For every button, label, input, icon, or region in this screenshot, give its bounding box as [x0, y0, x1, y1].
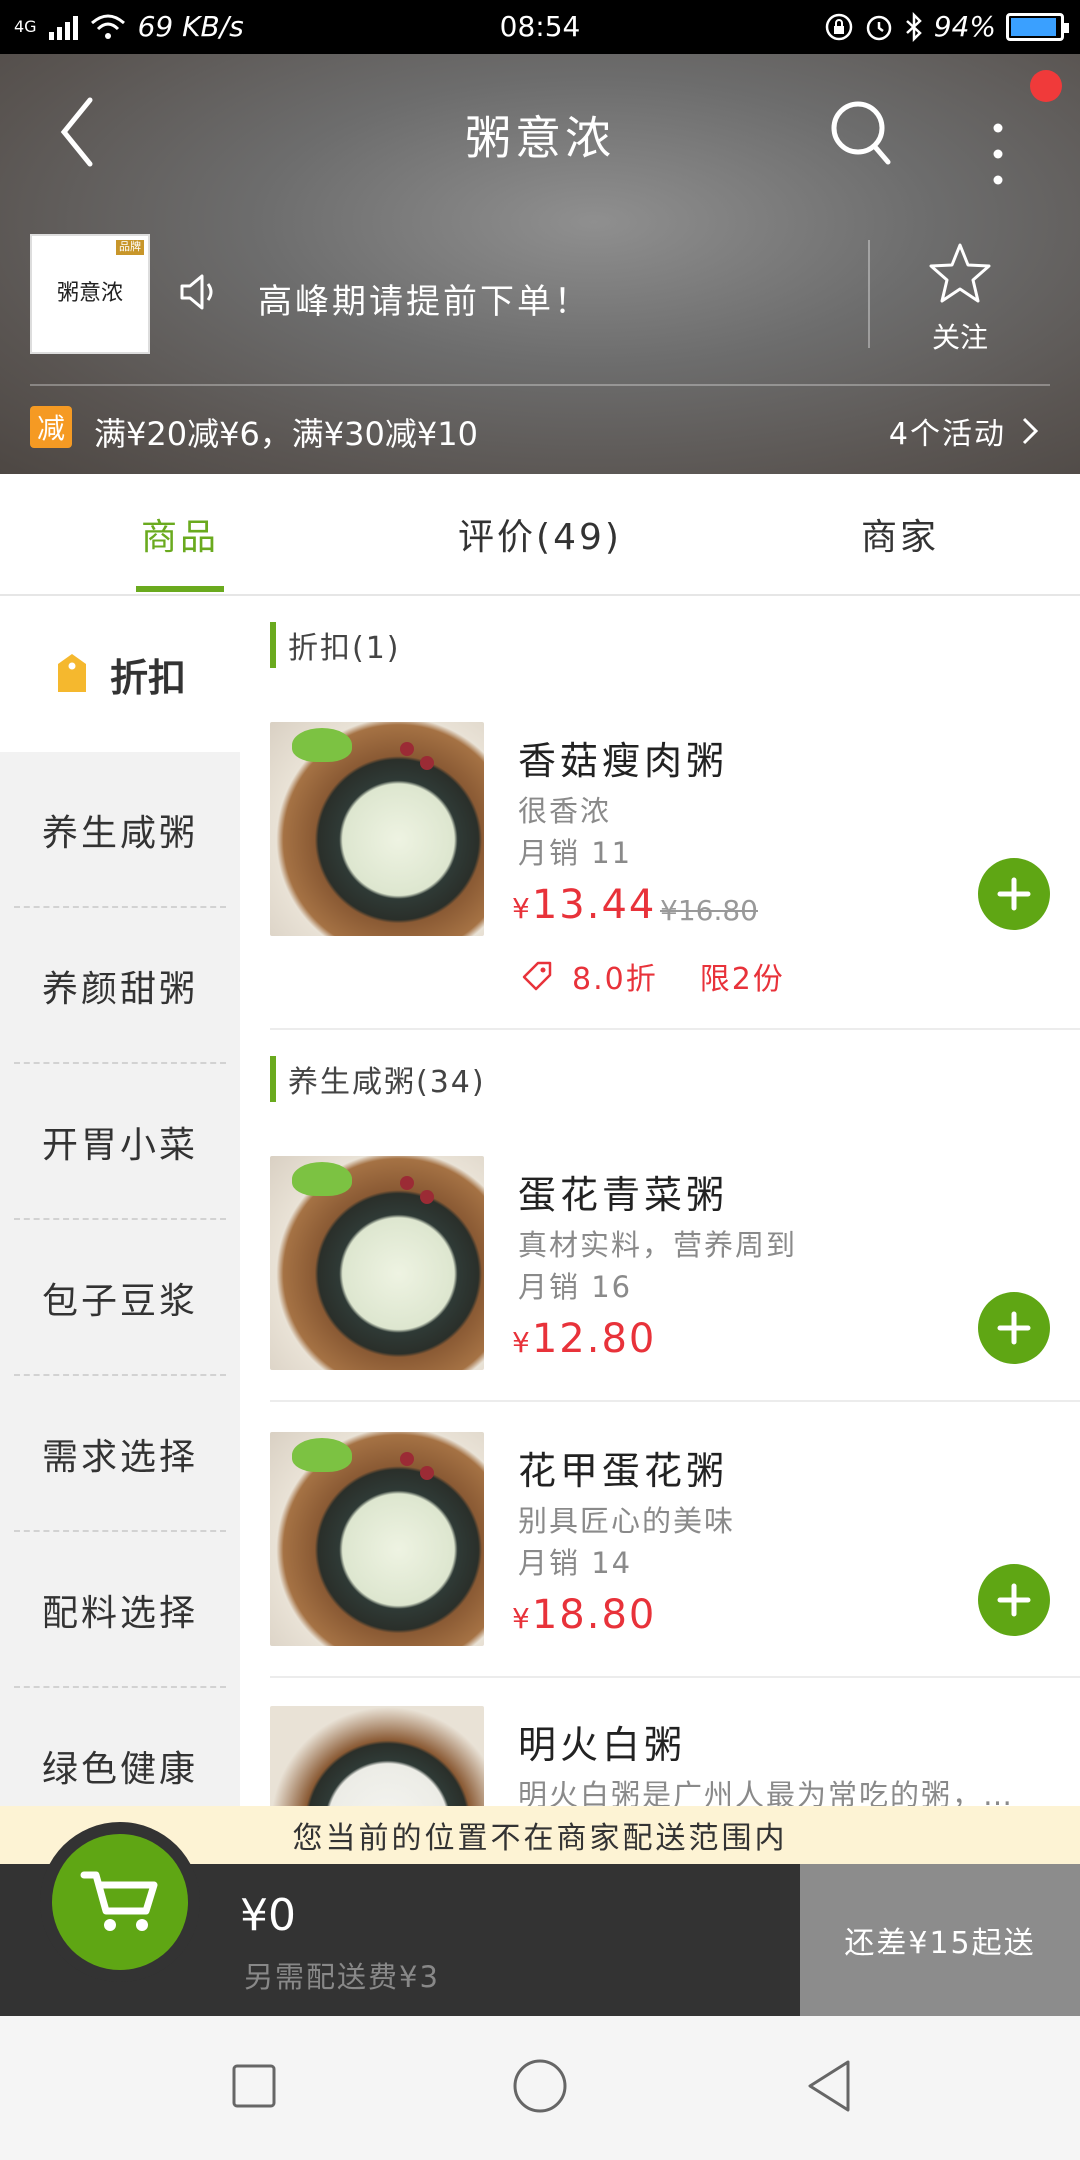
plus-icon [997, 877, 1031, 911]
product-image[interactable] [270, 1156, 484, 1370]
category-item[interactable]: 绿色健康 [0, 1688, 240, 1806]
promo-badge: 减 [30, 406, 72, 448]
product-price: ¥13.44 [512, 882, 656, 928]
discount-limit: 限2份 [699, 962, 785, 997]
product-desc: 真材实料，营养周到 [518, 1228, 798, 1262]
cart-button[interactable] [52, 1834, 188, 1970]
tab-indicator [136, 586, 224, 592]
alarm-icon [866, 15, 892, 40]
discount-tag-icon [522, 961, 552, 991]
category-item[interactable]: 养颜甜粥 [0, 908, 240, 1064]
nav-back-button[interactable] [800, 2056, 860, 2116]
product-desc: 很香浓 [518, 794, 612, 828]
tab-merchant[interactable]: 商家 [720, 474, 1080, 594]
divider [270, 1028, 1080, 1030]
currency-symbol: ¥ [512, 892, 532, 925]
activities-link[interactable]: 4个活动 [889, 409, 1040, 453]
category-item[interactable]: 配料选择 [0, 1532, 240, 1688]
tab-bar: 商品 评价(49) 商家 [0, 474, 1080, 596]
logo-text: 粥意浓 [56, 281, 123, 307]
logo-stamp: 品牌 [116, 240, 144, 255]
section-header-discount: 折扣(1) [270, 622, 401, 668]
category-label: 折扣 [109, 655, 186, 700]
checkout-button[interactable]: 还差¥15起送 [800, 1864, 1080, 2016]
tab-products[interactable]: 商品 [0, 474, 360, 594]
category-item[interactable]: 需求选择 [0, 1376, 240, 1532]
notification-dot [1030, 70, 1062, 102]
product-name: 香菇瘦肉粥 [518, 739, 729, 783]
plus-icon [997, 1311, 1031, 1345]
shop-notice: 高峰期请提前下单！ [258, 282, 591, 322]
product-desc: 别具匠心的美味 [518, 1504, 736, 1538]
follow-button[interactable]: 关注 [910, 240, 1010, 360]
add-to-cart-button[interactable] [978, 1292, 1050, 1364]
product-name: 蛋花青菜粥 [518, 1173, 729, 1217]
cart-icon [80, 1871, 158, 1931]
star-icon [929, 243, 991, 303]
product-sales: 月销 11 [518, 836, 633, 870]
speaker-icon [180, 274, 213, 310]
product-price: ¥18.80 [512, 1592, 656, 1638]
plus-icon [997, 1583, 1031, 1617]
category-sidebar: 折扣 养生咸粥 养颜甜粥 开胃小菜 包子豆浆 需求选择 配料选择 绿色健康 [0, 596, 240, 1806]
system-nav-bar [0, 2016, 1080, 2160]
activities-label: 4个活动 [888, 417, 1006, 452]
product-sales: 月销 16 [518, 1270, 633, 1304]
home-button[interactable] [510, 2056, 570, 2116]
price-value: 18.80 [531, 1592, 657, 1638]
status-bar: 4G 69 KB/s 08:54 94% [0, 0, 1080, 54]
battery-icon [1006, 12, 1069, 41]
product-name: 花甲蛋花粥 [518, 1449, 729, 1493]
page-title: 粥意浓 [465, 111, 615, 165]
divider [270, 1676, 1080, 1678]
chevron-right-icon [1022, 417, 1039, 445]
shop-header: 粥意浓 品牌 粥意浓 高峰期请提前下单！ 关注 减 满¥20减¥6，满¥30减¥… [0, 54, 1080, 474]
category-discount[interactable]: 折扣 [0, 596, 240, 752]
follow-label: 关注 [931, 321, 988, 354]
product-image[interactable] [270, 1432, 484, 1646]
product-name: 明火白粥 [518, 1723, 687, 1767]
product-list: 折扣(1) 香菇瘦肉粥 很香浓 月销 11 ¥13.44 ¥16.80 8.0折… [240, 596, 1080, 1806]
promo-text: 满¥20减¥6，满¥30减¥10 [94, 415, 478, 453]
product-price: ¥12.80 [512, 1316, 656, 1362]
product-image[interactable] [270, 1706, 484, 1806]
delivery-fee: 另需配送费¥3 [244, 1960, 440, 1994]
bluetooth-icon [905, 11, 922, 42]
original-price: ¥16.80 [660, 894, 758, 927]
tag-icon [57, 654, 86, 692]
price-value: 13.44 [531, 882, 657, 928]
currency-symbol: ¥ [512, 1326, 532, 1359]
category-item[interactable]: 养生咸粥 [0, 752, 240, 908]
search-button[interactable] [826, 94, 898, 174]
product-image[interactable] [270, 722, 484, 936]
discount-rate: 8.0折 [572, 962, 658, 997]
product-sales: 月销 14 [518, 1546, 633, 1580]
discount-info: 8.0折 限2份 [520, 954, 785, 998]
section-header-savory: 养生咸粥(34) [270, 1056, 486, 1102]
price-value: 12.80 [531, 1316, 657, 1362]
more-button[interactable] [980, 114, 1016, 214]
currency-symbol: ¥ [512, 1602, 532, 1635]
add-to-cart-button[interactable] [978, 858, 1050, 930]
category-item[interactable]: 包子豆浆 [0, 1220, 240, 1376]
divider [868, 240, 870, 348]
recent-apps-button[interactable] [224, 2056, 284, 2116]
tab-reviews[interactable]: 评价(49) [360, 474, 720, 594]
divider [270, 1400, 1080, 1402]
cart-total: ¥0 [240, 1890, 296, 1941]
add-to-cart-button[interactable] [978, 1564, 1050, 1636]
product-desc: 明火白粥是广州人最为常吃的粥，… [518, 1778, 1015, 1806]
rotation-lock-icon [825, 13, 853, 40]
battery-percent: 94% [933, 10, 996, 43]
shop-logo[interactable]: 品牌 粥意浓 [30, 234, 150, 354]
divider [30, 384, 1050, 386]
category-item[interactable]: 开胃小菜 [0, 1064, 240, 1220]
